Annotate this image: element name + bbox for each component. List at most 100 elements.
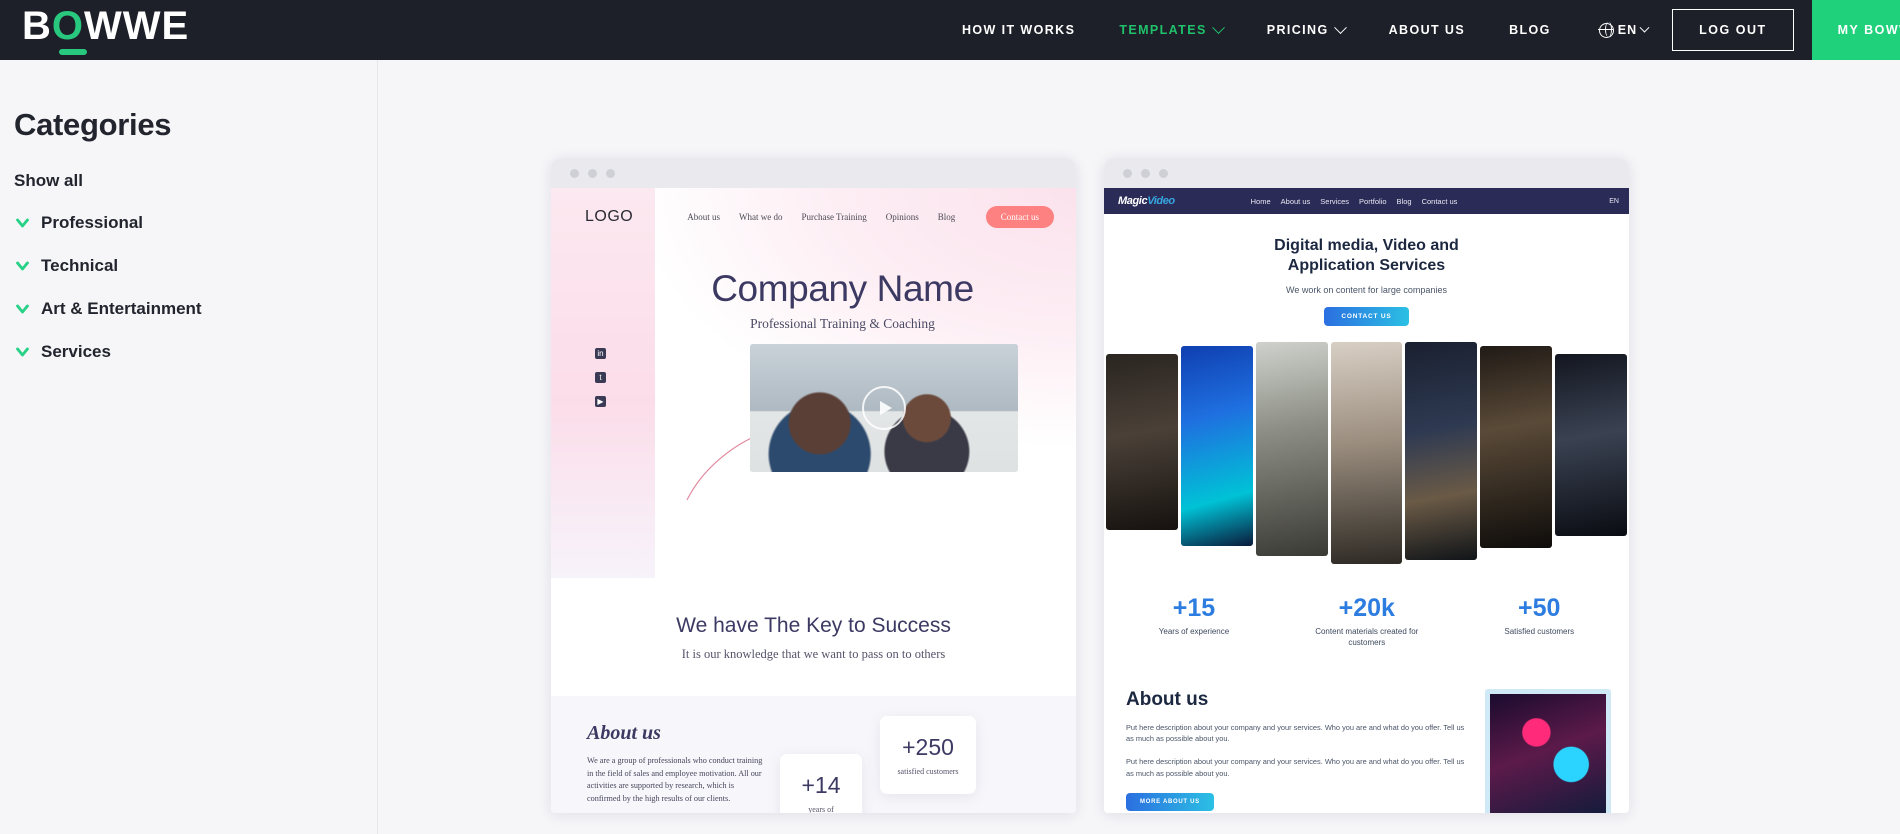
gallery-image [1555,354,1628,536]
browser-chrome-bar [1104,158,1629,188]
template-card-digital-media[interactable]: MagicVideo Home About us Services Portfo… [1104,158,1629,834]
globe-icon [1598,21,1614,38]
preview-stat-value: +250 [902,734,954,760]
categories-sidebar: Categories Show all Professional Technic… [0,60,378,834]
preview-language-label: EN [1609,197,1619,205]
chevron-down-icon [14,301,31,318]
preview-nav-item: About us [687,212,720,222]
window-dot-icon [1159,168,1168,178]
preview-stat-label: Years of experience [1158,627,1230,636]
window-dot-icon [588,168,597,178]
sidebar-item-professional[interactable]: Professional [14,213,377,233]
preview-nav-item: Services [1320,196,1350,206]
youtube-icon: ▶ [595,396,606,407]
gallery-image [1330,342,1403,564]
preview-hero-title: Company Name [711,268,974,309]
preview-about-body: We are a group of professionals who cond… [587,756,763,804]
logout-button[interactable]: LOG OUT [1672,9,1794,51]
preview-nav-menu: Home About us Services Portfolio Blog Co… [1251,197,1458,206]
preview-about-title: About us [587,722,661,744]
preview-nav-item: About us [1280,196,1311,206]
logo-letter-o: O [51,4,85,48]
language-label: EN [1617,23,1638,37]
preview-key-section: We have The Key to Success It is our kno… [551,578,1076,696]
play-icon [862,386,906,430]
chevron-down-icon [1639,22,1650,33]
nav-label: TEMPLATES [1119,23,1207,37]
sidebar-item-services[interactable]: Services [14,342,377,362]
preview-logo: LOGO [585,208,634,225]
preview-site-nav: LOGO About us What we do Purchase Traini… [551,188,1076,246]
preview-logo-video: Video [1147,195,1175,207]
preview-stat-label: Content materials created for customers [1315,627,1419,647]
window-dot-icon [570,168,579,178]
twitter-icon: t [595,372,606,383]
preview-hero-title-line2: Application Services [1287,257,1446,274]
template-screenshot: LOGO About us What we do Purchase Traini… [551,188,1076,813]
template-screenshot: MagicVideo Home About us Services Portfo… [1104,188,1629,813]
preview-stat-card: +15 Years of experience [1159,594,1229,649]
preview-social-icons: in t ▶ [595,348,606,407]
templates-grid: LOGO About us What we do Purchase Traini… [378,60,1900,834]
gallery-image [1106,354,1178,530]
preview-about-paragraph-1: Put here description about your company … [1126,722,1465,744]
preview-about-text-block: About us Put here description about your… [1126,689,1469,813]
preview-stat-value: +14 [801,772,841,798]
chevron-down-icon [1333,20,1347,34]
nav-item-pricing[interactable]: PRICING [1245,20,1367,37]
preview-video-thumbnail [750,344,1018,472]
chevron-down-icon [1211,20,1225,34]
sidebar-item-label: Services [41,342,111,361]
sidebar-item-art-entertainment[interactable]: Art & Entertainment [14,299,377,319]
my-bowwe-button[interactable]: MY BOWWE [1811,0,1900,60]
linkedin-icon: in [595,348,606,359]
preview-nav-item: Portfolio [1359,196,1387,206]
sidebar-item-label: Art & Entertainment [41,299,202,318]
bowwe-logo[interactable]: BOWWE [22,0,189,60]
nav-item-about-us[interactable]: ABOUT US [1367,23,1487,37]
preview-nav-menu: About us What we do Purchase Training Op… [687,212,955,222]
preview-nav-item: Purchase Training [801,212,867,222]
sidebar-item-label: Technical [41,256,119,275]
preview-stat-label: Satisfied customers [1504,627,1575,636]
preview-stat-value: +50 [1518,594,1561,622]
window-dot-icon [1141,168,1150,178]
nav-label: HOW IT WORKS [962,23,1076,37]
preview-about-paragraph-2: Put here description about your company … [1126,757,1465,779]
language-selector[interactable]: EN [1573,21,1650,38]
top-navigation-bar: BOWWE HOW IT WORKS TEMPLATES PRICING ABO… [0,0,1900,60]
preview-about-text-block: About us We are a group of professionals… [551,722,766,806]
preview-hero-section: Digital media, Video and Application Ser… [1104,214,1629,342]
preview-about-title: About us [1126,688,1209,710]
template-preview-frame[interactable]: MagicVideo Home About us Services Portfo… [1104,158,1629,813]
preview-logo-magic: Magic [1118,195,1148,207]
sidebar-item-technical[interactable]: Technical [14,256,377,276]
preview-nav-item: Blog [937,212,956,222]
preview-stat-card: +50 Satisfied customers [1504,594,1574,649]
gallery-image [1405,342,1478,560]
nav-item-blog[interactable]: BLOG [1487,23,1573,37]
preview-nav-item: Contact us [1421,196,1458,206]
logo-letter-b: B [22,4,52,48]
gallery-image [1180,346,1253,546]
nav-item-templates[interactable]: TEMPLATES [1097,20,1244,37]
preview-stat-card: +14 years of experience [780,754,862,813]
template-preview-frame[interactable]: LOGO About us What we do Purchase Traini… [551,158,1076,813]
nav-item-how-it-works[interactable]: HOW IT WORKS [940,23,1097,37]
preview-section-title: We have The Key to Success [676,614,951,637]
preview-hero-subtitle: Professional Training & Coaching [750,316,935,331]
preview-hero-title-line1: Digital media, Video and [1274,237,1459,254]
preview-contact-button: Contact us [985,206,1054,228]
chevron-down-icon [14,258,31,275]
preview-stat-label: satisfied customers [897,767,959,776]
logo-text: BOWWE [22,6,189,60]
sidebar-item-show-all[interactable]: Show all [14,171,377,191]
preview-about-section: About us We are a group of professionals… [551,696,1076,813]
preview-hero-subtitle: We work on content for large companies [1286,285,1447,295]
chevron-down-icon [14,344,31,361]
template-card-professional-training[interactable]: LOGO About us What we do Purchase Traini… [551,158,1076,834]
preview-image-gallery [1104,342,1629,564]
sidebar-item-label: Professional [41,213,144,232]
preview-stat-label: years of experience [808,805,834,813]
preview-nav-item: Opinions [885,212,919,222]
